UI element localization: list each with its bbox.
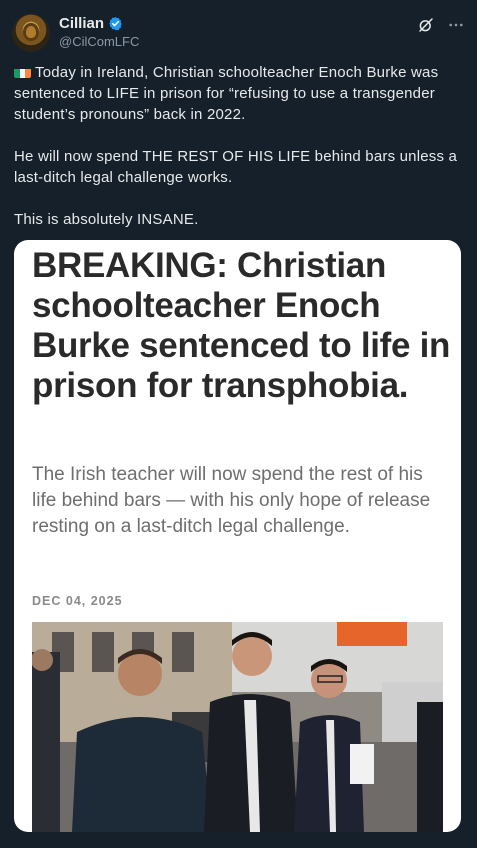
grok-icon[interactable] (417, 16, 435, 34)
handle[interactable]: @CilComLFC (59, 34, 139, 49)
avatar[interactable] (12, 14, 50, 52)
author-info: Cillian @CilComLFC (59, 15, 139, 49)
post-paragraph-1-text: Today in Ireland, Christian schoolteache… (14, 64, 439, 123)
header-actions (417, 16, 465, 34)
post-header: Cillian @CilComLFC (12, 12, 465, 52)
media-subhead: The Irish teacher will now spend the res… (32, 464, 431, 537)
post-paragraph-3: This is absolutely INSANE. (14, 211, 199, 228)
more-icon[interactable] (447, 16, 465, 34)
post-paragraph-1: Today in Ireland, Christian schoolteache… (14, 62, 464, 125)
post-text: Today in Ireland, Christian schoolteache… (14, 62, 464, 251)
post-container: Cillian @CilComLFC Today in Ireland, Chr… (0, 0, 477, 848)
media-card[interactable]: BREAKING: Christian schoolteacher Enoch … (14, 240, 461, 832)
news-photo (32, 622, 443, 832)
post-paragraph-2: He will now spend THE REST OF HIS LIFE b… (14, 148, 458, 186)
display-name[interactable]: Cillian (59, 15, 104, 32)
media-date: DEC 04, 2025 (32, 594, 123, 608)
media-headline: BREAKING: Christian schoolteacher Enoch … (32, 246, 451, 405)
verified-badge-icon (108, 16, 123, 31)
ireland-flag-icon (14, 66, 31, 78)
display-name-row: Cillian (59, 15, 139, 32)
